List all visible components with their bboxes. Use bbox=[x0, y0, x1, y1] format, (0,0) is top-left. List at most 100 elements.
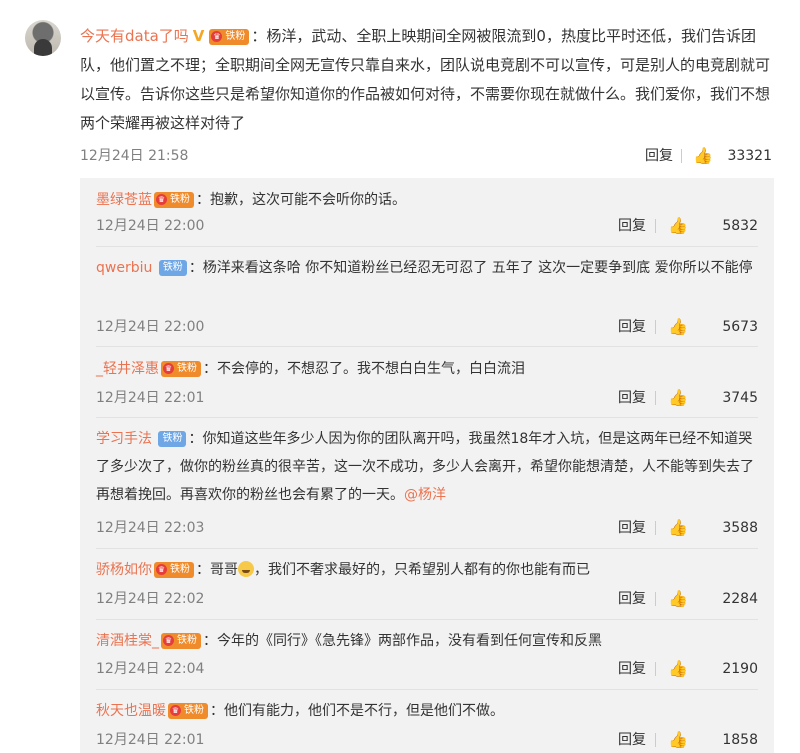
like-icon[interactable]: 👍 bbox=[668, 518, 688, 538]
reply-meta: 12月24日 22:04 回复 👍 2190 bbox=[96, 659, 758, 679]
like-count: 1858 bbox=[722, 732, 758, 748]
reply-item: 清酒桂棠_ ♛ 铁粉 ：今年的《同行》《急先锋》两部作品，没有看到任何宣传和反黑 bbox=[96, 627, 758, 655]
divider bbox=[655, 219, 656, 233]
like-count: 2190 bbox=[722, 661, 758, 677]
fan-badge: ♛ 铁粉 bbox=[161, 361, 201, 377]
divider bbox=[96, 346, 758, 347]
reply-item: qwerbiu 铁粉 ：杨洋来看这条哈 你不知道粉丝已经忍无可忍了 五年了 这次一… bbox=[96, 254, 758, 282]
like-count: 33321 bbox=[727, 148, 772, 164]
reply-button[interactable]: 回复 bbox=[618, 730, 646, 750]
verified-badge-icon: V bbox=[192, 27, 205, 45]
timestamp: 12月24日 22:04 bbox=[96, 661, 205, 677]
timestamp: 12月24日 22:02 bbox=[96, 591, 205, 607]
replies-panel: 墨绿苍蓝 ♛ 铁粉 ：抱歉，这次可能不会听你的话。 12月24日 22:00 回复 👍… bbox=[80, 178, 774, 753]
fan-badge: ♛ 铁粉 bbox=[154, 192, 194, 208]
reply-author[interactable]: _轻井泽惠 bbox=[96, 361, 159, 377]
timestamp: 12月24日 22:01 bbox=[96, 390, 205, 406]
fan-badge: ♛ 铁粉 bbox=[154, 562, 194, 578]
divider bbox=[96, 417, 758, 418]
timestamp: 12月24日 22:00 bbox=[96, 319, 205, 335]
reply-meta: 12月24日 22:01 回复 👍 1858 bbox=[96, 730, 758, 750]
reply-text-start: ：哥哥 bbox=[196, 562, 238, 578]
divider bbox=[681, 149, 682, 163]
reply-text-end: ，我们不奢求最好的，只希望别人都有的你也能有而已 bbox=[254, 562, 590, 578]
divider bbox=[655, 320, 656, 334]
reply-author[interactable]: 秋天也温暖 bbox=[96, 703, 166, 719]
like-icon[interactable]: 👍 bbox=[693, 146, 713, 166]
crown-icon: ♛ bbox=[163, 635, 174, 646]
reply-author[interactable]: qwerbiu bbox=[96, 260, 152, 276]
divider bbox=[655, 592, 656, 606]
fan-badge-label: 铁粉 bbox=[170, 564, 190, 575]
like-count: 5673 bbox=[722, 319, 758, 335]
like-count: 2284 bbox=[722, 591, 758, 607]
fan-badge-label: 铁粉 bbox=[170, 194, 190, 205]
fan-badge-label: 铁粉 bbox=[184, 705, 204, 716]
divider bbox=[655, 662, 656, 676]
divider bbox=[96, 246, 758, 247]
reply-button[interactable]: 回复 bbox=[645, 146, 673, 166]
reply-button[interactable]: 回复 bbox=[618, 659, 646, 679]
divider bbox=[96, 689, 758, 690]
like-icon[interactable]: 👍 bbox=[668, 317, 688, 337]
crying-emoji-icon bbox=[238, 561, 254, 577]
fan-badge: ♛ 铁粉 bbox=[168, 703, 208, 719]
avatar[interactable] bbox=[25, 20, 61, 56]
crown-icon: ♛ bbox=[170, 705, 181, 716]
timestamp: 12月24日 22:03 bbox=[96, 520, 205, 536]
reply-meta: 12月24日 22:03 回复 👍 3588 bbox=[96, 518, 758, 538]
reply-button[interactable]: 回复 bbox=[618, 317, 646, 337]
main-meta: 12月24日 21:58 回复 👍 33321 bbox=[80, 146, 780, 166]
fan-badge-label: 铁粉 bbox=[162, 262, 183, 273]
like-icon[interactable]: 👍 bbox=[668, 589, 688, 609]
reply-button[interactable]: 回复 bbox=[618, 388, 646, 408]
like-count: 3745 bbox=[722, 390, 758, 406]
crown-icon: ♛ bbox=[156, 194, 167, 205]
divider bbox=[655, 391, 656, 405]
fan-badge: 铁粉 bbox=[158, 260, 187, 276]
reply-button[interactable]: 回复 bbox=[618, 216, 646, 236]
timestamp: 12月24日 22:00 bbox=[96, 218, 205, 234]
reply-text: ：抱歉，这次可能不会听你的话。 bbox=[196, 192, 406, 208]
reply-item: _轻井泽惠 ♛ 铁粉 ：不会停的，不想忍了。我不想白白生气，白白流泪 bbox=[96, 355, 758, 383]
like-icon[interactable]: 👍 bbox=[668, 216, 688, 236]
divider bbox=[655, 521, 656, 535]
divider bbox=[96, 548, 758, 549]
reply-meta: 12月24日 22:01 回复 👍 3745 bbox=[96, 388, 758, 408]
reply-meta: 12月24日 22:00 回复 👍 5673 bbox=[96, 317, 758, 337]
reply-button[interactable]: 回复 bbox=[618, 518, 646, 538]
reply-meta: 12月24日 22:02 回复 👍 2284 bbox=[96, 589, 758, 609]
fan-badge: 铁粉 bbox=[158, 431, 187, 447]
divider bbox=[96, 619, 758, 620]
reply-author[interactable]: 骄杨如你 bbox=[96, 562, 152, 578]
reply-text: ：今年的《同行》《急先锋》两部作品，没有看到任何宣传和反黑 bbox=[203, 633, 602, 649]
like-icon[interactable]: 👍 bbox=[668, 659, 688, 679]
reply-text: ：不会停的，不想忍了。我不想白白生气，白白流泪 bbox=[203, 361, 525, 377]
like-icon[interactable]: 👍 bbox=[668, 388, 688, 408]
fan-badge: ♛ 铁粉 bbox=[161, 633, 201, 649]
like-icon[interactable]: 👍 bbox=[668, 730, 688, 750]
reply-button[interactable]: 回复 bbox=[618, 589, 646, 609]
like-count: 3588 bbox=[722, 520, 758, 536]
timestamp: 12月24日 22:01 bbox=[96, 732, 205, 748]
like-count: 5832 bbox=[722, 218, 758, 234]
reply-text: ：他们有能力，他们不是不行，但是他们不做。 bbox=[210, 703, 504, 719]
reply-author[interactable]: 墨绿苍蓝 bbox=[96, 192, 152, 208]
reply-author[interactable]: 清酒桂棠_ bbox=[96, 633, 159, 649]
reply-meta: 12月24日 22:00 回复 👍 5832 bbox=[96, 216, 758, 236]
fan-badge-label: 铁粉 bbox=[162, 433, 183, 444]
divider bbox=[655, 733, 656, 747]
main-author[interactable]: 今天有data了吗 bbox=[80, 27, 189, 45]
crown-icon: ♛ bbox=[211, 30, 223, 42]
reply-text: ：杨洋来看这条哈 你不知道粉丝已经忍无可忍了 五年了 这次一定要争到底 爱你所以… bbox=[188, 260, 753, 276]
fan-badge: ♛ 铁粉 bbox=[209, 28, 250, 45]
reply-item: 墨绿苍蓝 ♛ 铁粉 ：抱歉，这次可能不会听你的话。 bbox=[96, 186, 758, 214]
main-comment: 今天有data了吗 V ♛ 铁粉 ：杨洋，武动、全职上映期间全网被限流到0，热度比平时还… bbox=[80, 22, 780, 138]
crown-icon: ♛ bbox=[156, 564, 167, 575]
reply-item: 学习手法 铁粉 ：你知道这些年多少人因为你的团队离开吗，我虽然18年才入坑，但是这… bbox=[96, 425, 758, 509]
mention-link[interactable]: @杨洋 bbox=[404, 487, 446, 503]
comment-thread: 今天有data了吗 V ♛ 铁粉 ：杨洋，武动、全职上映期间全网被限流到0，热度比平时还… bbox=[0, 0, 800, 753]
reply-item: 秋天也温暖 ♛ 铁粉 ：他们有能力，他们不是不行，但是他们不做。 bbox=[96, 697, 758, 725]
reply-author[interactable]: 学习手法 bbox=[96, 431, 152, 447]
fan-badge-label: 铁粉 bbox=[177, 635, 197, 646]
